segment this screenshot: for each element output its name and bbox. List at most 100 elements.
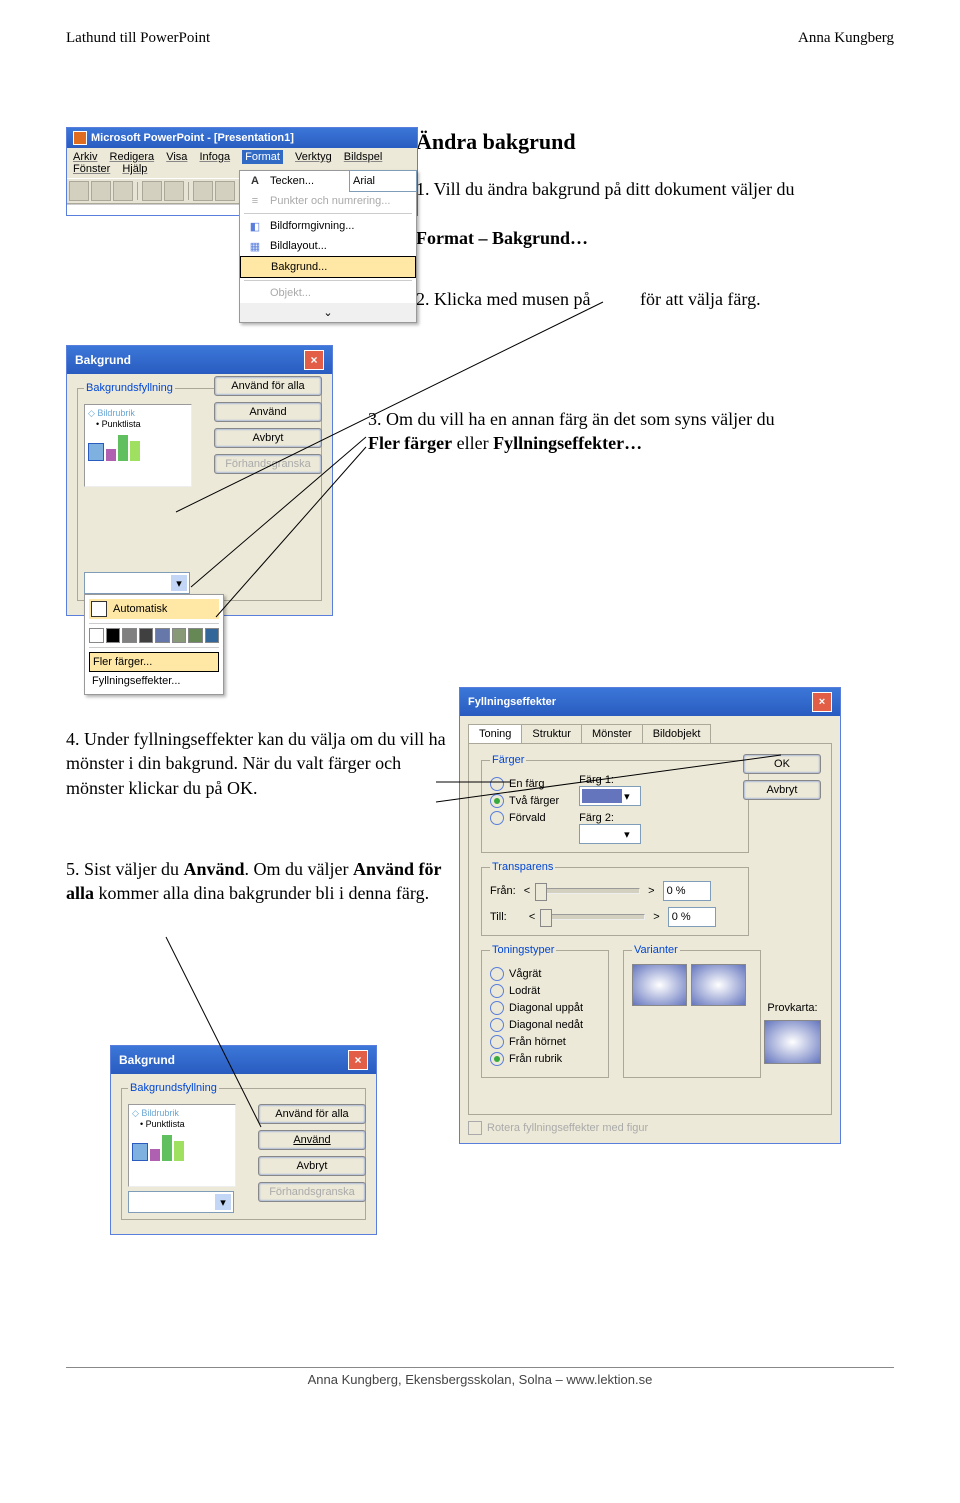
radio-diag-up[interactable]: Diagonal uppåt — [490, 1001, 600, 1015]
ok-button[interactable]: OK — [743, 754, 821, 774]
menu-fonster[interactable]: Fönster — [73, 163, 110, 175]
group-label: Bakgrundsfyllning — [84, 382, 175, 394]
radio-diag-down[interactable]: Diagonal nedåt — [490, 1018, 600, 1032]
chevron-down-icon: ▾ — [171, 575, 187, 591]
radio-forvald[interactable]: Förvald — [490, 811, 559, 825]
color-dropdown-button[interactable]: ▾ — [128, 1191, 234, 1213]
menu-verktyg[interactable]: Verktyg — [295, 151, 332, 163]
tab-toning[interactable]: Toning — [468, 724, 522, 743]
background-preview: ◇ Bildrubrik • Punktlista — [128, 1104, 236, 1187]
chevron-down-icon: ▾ — [215, 1194, 231, 1210]
fill-effects-dialog: Fyllningseffekter × Toning Struktur Möns… — [459, 687, 841, 1144]
transparency-from-value[interactable]: 0 % — [663, 881, 711, 901]
transparency-to-value[interactable]: 0 % — [668, 907, 716, 927]
color2-select[interactable]: ▾ — [579, 824, 641, 844]
menu-format[interactable]: Format — [242, 150, 283, 164]
step-2: 2. Klicka med musen på för att välja fär… — [416, 287, 871, 311]
menuitem-more-colors[interactable]: Fler färger... — [89, 652, 219, 672]
menu-visa[interactable]: Visa — [166, 151, 187, 163]
cancel-button[interactable]: Avbryt — [258, 1156, 366, 1176]
color-menu[interactable]: Automatisk — [84, 594, 224, 695]
color-swatch[interactable] — [155, 628, 170, 643]
cancel-button[interactable]: Avbryt — [214, 428, 322, 448]
sample-label: Provkarta: — [764, 1002, 821, 1014]
radio-vagrat[interactable]: Vågrät — [490, 967, 600, 981]
toolbar-icon[interactable] — [113, 181, 133, 201]
menu-infoga[interactable]: Infoga — [199, 151, 230, 163]
group-transparency: Transparens — [490, 861, 555, 873]
toolbar-icon[interactable] — [215, 181, 235, 201]
variant-option[interactable] — [691, 964, 746, 1006]
transparency-from-slider[interactable] — [538, 888, 640, 894]
toolbar-icon[interactable] — [142, 181, 162, 201]
cancel-button[interactable]: Avbryt — [743, 780, 821, 800]
close-icon[interactable]: × — [304, 350, 324, 370]
bakgrund-dialog-2: Bakgrund × Bakgrundsfyllning ◇ Bildrubri… — [110, 1045, 377, 1235]
group-label: Bakgrundsfyllning — [128, 1082, 219, 1094]
color-automatic[interactable]: Automatisk — [89, 599, 219, 619]
toolbar-icon[interactable] — [91, 181, 111, 201]
radio-tva-farger[interactable]: Två färger — [490, 794, 559, 808]
close-icon[interactable]: × — [348, 1050, 368, 1070]
menuitem-bakgrund[interactable]: Bakgrund... — [240, 256, 416, 278]
step-1: 1. Vill du ändra bakgrund på ditt dokume… — [416, 177, 871, 250]
window-titlebar: Microsoft PowerPoint - [Presentation1] — [67, 128, 417, 148]
color-dropdown-button[interactable]: ▾ — [84, 572, 190, 594]
apply-button[interactable]: Använd — [258, 1130, 366, 1150]
radio-en-farg[interactable]: En färg — [490, 777, 559, 791]
background-preview: ◇ Bildrubrik • Punktlista — [84, 404, 192, 487]
dialog-titlebar: Bakgrund × — [67, 346, 332, 374]
transparency-to-slider[interactable] — [543, 914, 645, 920]
close-icon[interactable]: × — [812, 692, 832, 712]
radio-lodrat[interactable]: Lodrät — [490, 984, 600, 998]
sample-preview — [764, 1020, 821, 1064]
rotate-checkbox — [468, 1121, 482, 1135]
menu-arkiv[interactable]: Arkiv — [73, 151, 97, 163]
section-title: Ändra bakgrund — [416, 127, 576, 157]
group-variants: Varianter — [632, 944, 680, 956]
radio-rubrik[interactable]: Från rubrik — [490, 1052, 600, 1066]
color-swatch[interactable] — [122, 628, 137, 643]
menu-bildspel[interactable]: Bildspel — [344, 151, 383, 163]
dialog-titlebar: Bakgrund × — [111, 1046, 376, 1074]
page-footer: Anna Kungberg, Ekensbergsskolan, Solna –… — [66, 1367, 894, 1387]
bakgrund-dialog: Bakgrund × Bakgrundsfyllning ◇ Bildrubri… — [66, 345, 333, 616]
menuitem-fill-effects[interactable]: Fyllningseffekter... — [89, 672, 219, 690]
tab-strip[interactable]: Toning Struktur Mönster Bildobjekt — [468, 724, 832, 743]
color-swatch-row[interactable] — [89, 628, 219, 643]
step-4: 4. Under fyllningseffekter kan du välja … — [66, 727, 446, 800]
radio-hornet[interactable]: Från hörnet — [490, 1035, 600, 1049]
menu-redigera[interactable]: Redigera — [110, 151, 155, 163]
doc-header-left: Lathund till PowerPoint — [66, 30, 210, 47]
step-5: 5. Sist väljer du Använd. Om du väljer A… — [66, 857, 446, 906]
tab-bildobjekt[interactable]: Bildobjekt — [642, 724, 712, 743]
apply-button[interactable]: Använd — [214, 402, 322, 422]
label-color1: Färg 1: — [579, 774, 641, 786]
dropdown-expand-icon[interactable]: ⌄ — [240, 303, 416, 322]
format-dropdown[interactable]: ATecken... ≡Punkter och numrering... ◧Bi… — [239, 170, 417, 323]
tab-monster[interactable]: Mönster — [581, 724, 643, 743]
menu-hjalp[interactable]: Hjälp — [122, 163, 147, 175]
color-swatch[interactable] — [205, 628, 220, 643]
toolbar-icon[interactable] — [69, 181, 89, 201]
apply-all-button[interactable]: Använd för alla — [214, 376, 322, 396]
group-shading: Toningstyper — [490, 944, 556, 956]
variant-option[interactable] — [632, 964, 687, 1006]
menuitem-bildformgivning[interactable]: ◧Bildformgivning... — [240, 216, 416, 236]
powerpoint-icon — [73, 131, 87, 145]
label-color2: Färg 2: — [579, 812, 641, 824]
toolbar-icon[interactable] — [164, 181, 184, 201]
menuitem-objekt: Objekt... — [240, 283, 416, 303]
apply-all-button[interactable]: Använd för alla — [258, 1104, 366, 1124]
color-swatch[interactable] — [188, 628, 203, 643]
menuitem-bildlayout[interactable]: ▦Bildlayout... — [240, 236, 416, 256]
color-swatch[interactable] — [106, 628, 121, 643]
toolbar-icon[interactable] — [193, 181, 213, 201]
tab-struktur[interactable]: Struktur — [521, 724, 582, 743]
color1-select[interactable]: ▾ — [579, 786, 641, 806]
font-selector[interactable]: Arial — [349, 170, 417, 192]
color-swatch[interactable] — [89, 628, 104, 643]
color-swatch[interactable] — [139, 628, 154, 643]
color-swatch[interactable] — [172, 628, 187, 643]
group-colors: Färger — [490, 754, 526, 766]
